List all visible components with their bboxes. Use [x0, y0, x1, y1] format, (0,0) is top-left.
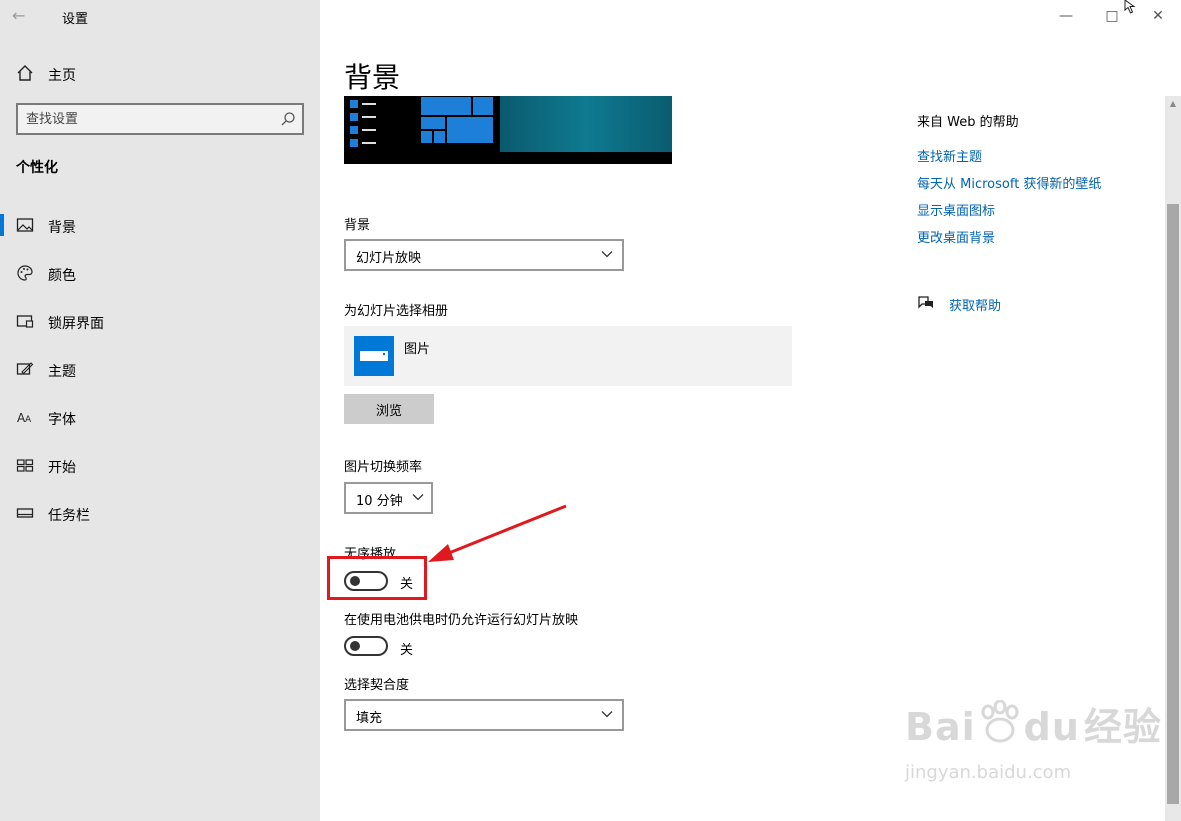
- preview-tile: [420, 116, 446, 130]
- sidebar-item-label: 锁屏界面: [48, 316, 104, 332]
- sidebar-item-themes[interactable]: 主题: [0, 352, 320, 400]
- scroll-up-icon[interactable]: ▲: [1165, 96, 1181, 112]
- preview-taskbar: [344, 152, 672, 164]
- sidebar-item-home[interactable]: 主页: [0, 56, 320, 90]
- page-title: 背景: [344, 61, 401, 94]
- battery-state: 关: [400, 643, 414, 658]
- sidebar-item-lock-screen[interactable]: 锁屏界面: [0, 304, 320, 352]
- watermark-text: Bai: [905, 705, 976, 749]
- preview-tile: [433, 130, 446, 144]
- watermark-text: du: [1023, 705, 1080, 749]
- chevron-down-icon: [601, 251, 613, 258]
- palette-icon: [17, 265, 33, 281]
- preview-tile: [446, 116, 494, 144]
- background-select[interactable]: 幻灯片放映: [344, 239, 624, 271]
- background-label: 背景: [344, 218, 371, 233]
- preview-start-tile: [350, 126, 358, 134]
- annotation-arrow-icon: [428, 504, 567, 562]
- title-bar: ← 设置: [0, 0, 320, 32]
- album-name: 图片: [404, 342, 431, 357]
- sidebar-item-label: 主题: [48, 364, 76, 380]
- picture-folder-icon: [360, 351, 388, 361]
- watermark-text: 经验: [1083, 705, 1162, 749]
- browse-button[interactable]: 浏览: [344, 394, 434, 424]
- start-icon: [16, 459, 34, 472]
- sidebar-item-fonts[interactable]: AA 字体: [0, 400, 320, 448]
- preview-tile: [420, 130, 433, 144]
- album-item[interactable]: 图片: [344, 326, 792, 386]
- sidebar-item-start[interactable]: 开始: [0, 448, 320, 496]
- sidebar: ← 设置 主页 个性化 背景 颜色 锁屏界面 主题 AA 字体: [0, 0, 320, 821]
- background-preview: [344, 96, 672, 164]
- app-title: 设置: [62, 12, 89, 27]
- sidebar-item-label: 字体: [48, 412, 76, 428]
- chat-help-icon: [918, 296, 933, 309]
- svg-text:A: A: [25, 415, 32, 425]
- section-title: 个性化: [16, 160, 58, 176]
- background-select-value: 幻灯片放映: [356, 251, 422, 266]
- help-link-new-themes[interactable]: 查找新主题: [917, 146, 982, 165]
- help-link-desktop-icons[interactable]: 显示桌面图标: [917, 200, 995, 219]
- font-icon: AA: [17, 411, 32, 425]
- sidebar-item-taskbar[interactable]: 任务栏: [0, 496, 320, 544]
- preview-start-tile: [350, 113, 358, 121]
- sidebar-item-label: 颜色: [48, 268, 76, 284]
- battery-toggle[interactable]: [344, 636, 388, 656]
- sidebar-item-label: 背景: [48, 220, 76, 236]
- lock-screen-icon: [16, 315, 34, 328]
- watermark-url: jingyan.baidu.com: [905, 762, 1072, 783]
- preview-desktop: [500, 96, 672, 152]
- fit-label: 选择契合度: [344, 678, 410, 693]
- interval-label: 图片切换频率: [344, 460, 423, 475]
- help-title: 来自 Web 的帮助: [917, 115, 1019, 130]
- interval-select-value: 10 分钟: [356, 494, 403, 509]
- preview-menu-line: [362, 142, 376, 144]
- get-help-label: 获取帮助: [949, 299, 1002, 314]
- highlight-box: [327, 556, 427, 600]
- close-icon[interactable]: ✕: [1148, 6, 1168, 26]
- preview-start-tile: [350, 100, 358, 108]
- toggle-knob: [350, 641, 360, 651]
- maximize-icon[interactable]: □: [1102, 6, 1122, 26]
- watermark: Bai du 经验 jingyan.baidu.com: [905, 696, 1162, 783]
- back-arrow-icon[interactable]: ←: [12, 6, 36, 26]
- search-box[interactable]: [16, 103, 304, 135]
- fit-select-value: 填充: [356, 711, 383, 726]
- preview-tile: [472, 96, 494, 116]
- album-label: 为幻灯片选择相册: [344, 304, 449, 319]
- sidebar-item-background[interactable]: 背景: [0, 208, 320, 256]
- chevron-down-icon: [601, 711, 613, 718]
- folder-thumbnail: [354, 336, 394, 376]
- theme-icon: [16, 362, 34, 375]
- preview-menu-line: [362, 116, 376, 118]
- taskbar-icon: [16, 508, 34, 518]
- paw-logo-icon: [981, 699, 1019, 743]
- preview-menu-line: [362, 129, 376, 131]
- scrollbar-thumb[interactable]: [1167, 204, 1179, 804]
- mouse-cursor-icon: [1124, 0, 1136, 14]
- fit-select[interactable]: 填充: [344, 699, 624, 731]
- preview-menu-line: [362, 103, 376, 105]
- search-input[interactable]: [26, 109, 266, 129]
- preview-tile: [420, 96, 472, 116]
- preview-start-tile: [350, 139, 358, 147]
- home-icon: [17, 65, 33, 81]
- minimize-icon[interactable]: —: [1056, 6, 1076, 26]
- help-link-change-background[interactable]: 更改桌面背景: [917, 227, 995, 246]
- battery-label: 在使用电池供电时仍允许运行幻灯片放映: [344, 613, 579, 628]
- sidebar-item-label: 开始: [48, 460, 76, 476]
- search-icon[interactable]: [280, 111, 296, 127]
- sidebar-item-colors[interactable]: 颜色: [0, 256, 320, 304]
- sidebar-nav: 背景 颜色 锁屏界面 主题 AA 字体 开始 任务栏: [0, 208, 320, 544]
- help-link-daily-wallpaper[interactable]: 每天从 Microsoft 获得新的壁纸: [917, 173, 1101, 192]
- sidebar-item-label: 任务栏: [48, 508, 90, 524]
- sidebar-item-label: 主页: [48, 68, 76, 84]
- image-icon: [16, 218, 34, 232]
